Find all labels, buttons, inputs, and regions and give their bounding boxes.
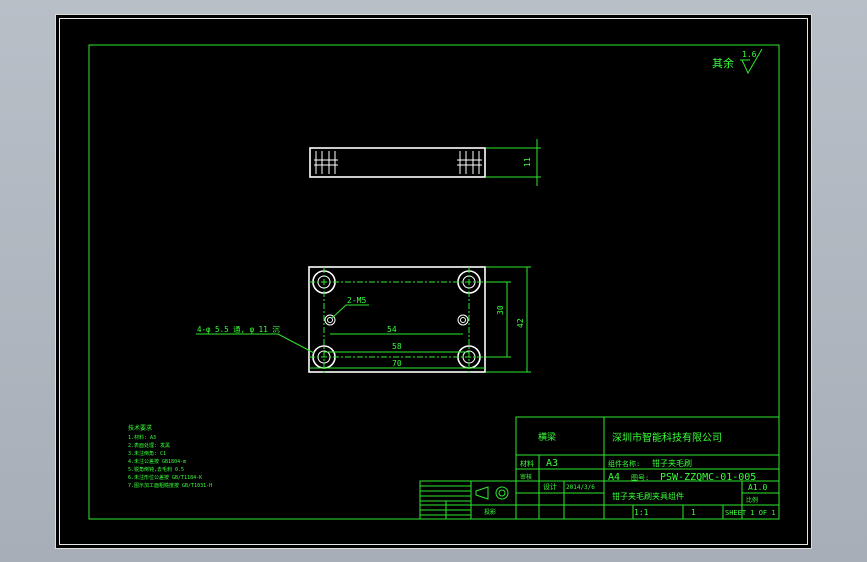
company-name: 深圳市智能科技有限公司 (612, 431, 722, 444)
side-view: 11 (309, 139, 541, 186)
version: A1.0 (748, 483, 767, 492)
dim-58: 58 (392, 342, 402, 351)
top-view: 54 58 70 30 42 2-M5 4-φ 5.5 通, φ 11 沉 (196, 266, 531, 375)
side-view-height-dim: 11 (523, 157, 532, 167)
note-line: 3.未注倒角: C1 (128, 450, 166, 457)
scale-label: 比例 (746, 496, 758, 504)
dim-30: 30 (496, 305, 505, 315)
scale-value: 1:1 (634, 508, 649, 517)
date: 2014/3/6 (566, 484, 595, 491)
material-value: A3 (546, 458, 558, 469)
side-view-outline (309, 147, 486, 178)
note-line: 5.锐角倒钝,去毛刺 0.5 (128, 466, 184, 473)
cad-drawing-canvas: 其余 1.6 11 54 58 70 30 42 2-M5 4-φ 5.5 通,… (88, 44, 780, 520)
note-line: 技术要求 (128, 424, 152, 432)
projection-cone-icon (475, 486, 489, 500)
surface-finish-symbol: 其余 1.6 (712, 48, 763, 75)
surface-finish-label: 其余 (712, 56, 734, 70)
size-label: A4 (608, 472, 620, 483)
material-label: 材料 (520, 459, 534, 468)
note-line: 7.图示加工面粗糙度按 GB/T1031-H (128, 482, 212, 489)
check-label: 审核 (520, 473, 532, 481)
dim-70: 70 (392, 359, 402, 368)
note-line: 1.材料: A3 (128, 434, 156, 441)
technical-notes: 技术要求 1.材料: A3 2.表面处理: 发黑 3.未注倒角: C1 4.未注… (128, 424, 212, 489)
projection-circle-icon (495, 486, 509, 500)
drawing-number: PSW-ZZQMC-01-005 (660, 472, 756, 483)
note-line: 4.未注公差按 GB1804-m (128, 458, 186, 465)
part-value: 钳子夹毛刷 (652, 458, 692, 468)
projection-label: 投影 (484, 508, 496, 516)
assembly-name: 钳子夹毛刷夹具组件 (612, 491, 684, 501)
quantity-value: 1 (691, 508, 696, 517)
signature-block: 投影 (419, 480, 517, 520)
drawing-title: 横梁 (538, 431, 556, 443)
tapped-hole (457, 314, 469, 326)
sheet-count: SHEET 1 OF 1 (725, 509, 776, 517)
drawing-sheet: 其余 1.6 11 54 58 70 30 42 2-M5 4-φ 5.5 通,… (55, 14, 812, 549)
signature-label: 设计 (543, 482, 557, 491)
hole-leader (196, 333, 315, 354)
title-block: 横梁 深圳市智能科技有限公司 材料 A3 审核 组件名称: 钳子夹毛刷 A4 图… (515, 416, 780, 520)
surface-finish-value: 1.6 (742, 50, 757, 59)
drawing-no-label: 图号: (631, 474, 649, 482)
part-label: 组件名称: (608, 459, 640, 468)
dim-54: 54 (387, 325, 397, 334)
note-line: 6.未注形位公差按 GB/T1184-K (128, 474, 202, 481)
thread-note: 2-M5 (347, 296, 366, 305)
dim-42: 42 (516, 318, 525, 328)
thread-leader (331, 304, 369, 319)
note-line: 2.表面处理: 发黑 (128, 442, 170, 449)
hole-note: 4-φ 5.5 通, φ 11 沉 (197, 324, 280, 334)
